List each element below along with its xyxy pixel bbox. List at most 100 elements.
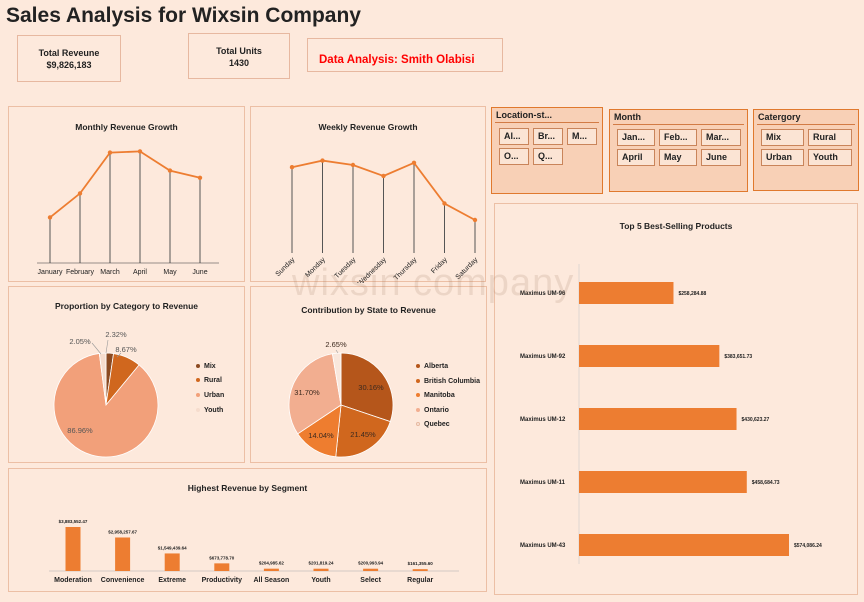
x-tick-label: June <box>192 269 207 276</box>
slicer-location-item[interactable]: Al... <box>499 128 529 145</box>
data-point <box>167 168 173 173</box>
data-label: $201,819.24 <box>308 561 334 566</box>
page-title: Sales Analysis for Wixsin Company <box>6 4 361 27</box>
bar <box>579 471 747 493</box>
slicer-category-item[interactable]: Rural <box>808 129 852 146</box>
leader-line <box>91 342 102 355</box>
x-tick-label: Moderation <box>54 577 92 584</box>
x-tick-label: Extreme <box>158 577 186 584</box>
x-tick-label: Youth <box>311 577 330 584</box>
data-label: 2.65% <box>325 340 347 349</box>
slicer-category-item[interactable]: Mix <box>761 129 804 146</box>
legend-manitoba: Manitoba <box>416 392 455 399</box>
bar <box>412 569 428 571</box>
data-label: $458,684.73 <box>752 480 780 486</box>
x-tick-label: March <box>100 269 120 276</box>
data-label: $574,086.24 <box>794 543 822 549</box>
slicer-month-title: Month <box>614 112 641 122</box>
bar <box>579 345 720 367</box>
data-point <box>137 149 143 154</box>
slicer-month-item[interactable]: Mar... <box>701 129 741 146</box>
data-point <box>411 160 417 165</box>
data-label: 31.70% <box>294 388 320 397</box>
total-units-card: Total Units 1430 <box>188 33 290 79</box>
data-label: 86.96% <box>67 426 93 435</box>
data-label: 14.04% <box>308 431 334 440</box>
bar <box>263 568 279 571</box>
total-revenue-label: Total Reveune <box>38 48 100 58</box>
bar <box>164 553 180 571</box>
data-point <box>107 150 113 155</box>
data-label: 2.32% <box>105 330 127 339</box>
y-tick-label: Maximus UM-12 <box>520 417 566 423</box>
data-point <box>442 201 447 206</box>
slicer-month-item[interactable]: Jan... <box>617 129 655 146</box>
data-label: 2.05% <box>69 337 91 346</box>
slicer-location-item[interactable]: Br... <box>533 128 563 145</box>
x-tick-label: Convenience <box>101 577 145 584</box>
state-pie-chart: 30.16% 21.45% 14.04% 31.70% 2.65% <box>288 340 394 458</box>
slicer-month-item[interactable]: May <box>659 149 697 166</box>
slicer-location-title: Location-st... <box>496 110 552 120</box>
x-tick-label: May <box>163 269 177 276</box>
data-label: $161,355.60 <box>408 561 434 566</box>
data-point <box>350 162 356 168</box>
data-label: $204,985.62 <box>259 561 285 566</box>
segment-bar-chart: $3,883,552.47 Moderation $2,958,257.67 Conv… <box>49 519 459 584</box>
x-tick-label: All Season <box>254 577 290 584</box>
bar <box>579 408 737 430</box>
bar <box>363 568 379 571</box>
leader-line <box>105 339 109 354</box>
slicer-location-item[interactable]: Q... <box>533 148 563 165</box>
data-point <box>47 215 53 220</box>
bar <box>313 568 329 571</box>
x-tick-label: February <box>66 269 95 276</box>
slicer-month-item[interactable]: Feb... <box>659 129 697 146</box>
data-point <box>197 175 203 180</box>
data-point <box>320 158 325 163</box>
total-revenue-card: Total Reveune $9,826,183 <box>17 35 121 82</box>
segment-revenue-panel: Highest Revenue by Segment $3,883,552.47… <box>8 468 487 592</box>
state-contribution-panel: Contribution by State to Revenue 30.16% 2… <box>250 286 487 463</box>
legend-urban: Urban <box>196 392 224 399</box>
slicer-category: Catergory Mix Rural Urban Youth <box>753 109 859 191</box>
y-tick-label: Maximus UM-92 <box>520 354 566 360</box>
slicer-location-item[interactable]: O... <box>499 148 529 165</box>
weekly-revenue-chart: Sunday Monday Tuesday Wednesday Thursday Frid… <box>275 158 480 283</box>
data-label: $673,778.70 <box>209 555 235 560</box>
slicer-month-item[interactable]: April <box>617 149 655 166</box>
watermark: wixsin company <box>292 262 575 304</box>
slicer-month-item[interactable]: June <box>701 149 741 166</box>
legend-alberta: Alberta <box>416 363 448 370</box>
data-point <box>289 165 295 170</box>
slicer-category-item[interactable]: Urban <box>761 149 804 166</box>
legend-ontario: Ontario <box>416 407 449 414</box>
data-label: 21.45% <box>350 430 376 439</box>
data-label: $383,651.73 <box>724 354 752 360</box>
slicer-month: Month Jan... Feb... Mar... April May Jun… <box>609 109 748 192</box>
monthly-revenue-chart: January February March April May June <box>37 149 219 276</box>
data-label: $1,549,439.64 <box>158 545 187 550</box>
x-tick-label: January <box>38 269 63 276</box>
data-label: $200,993.94 <box>358 561 384 566</box>
legend-mix: Mix <box>196 363 216 370</box>
data-label: $3,883,552.47 <box>59 519 88 524</box>
data-point <box>381 173 386 179</box>
category-pie-chart: 2.32% 8.67% 86.96% 2.05% <box>53 330 159 458</box>
bar <box>579 282 674 304</box>
legend-british-columbia: British Columbia <box>416 378 480 385</box>
category-proportion-panel: Proportion by Category to Revenue 2.32% 8… <box>8 286 245 463</box>
slicer-location: Location-st... Al... Br... M... O... Q..… <box>491 107 603 194</box>
slicer-location-item[interactable]: M... <box>567 128 597 145</box>
y-tick-label: Maximus UM-11 <box>520 480 566 486</box>
legend-quebec: Quebec <box>416 421 450 428</box>
legend-youth: Youth <box>196 407 223 414</box>
bar <box>115 537 131 571</box>
analyst-credit: Data Analysis: Smith Olabisi <box>307 38 503 72</box>
bar <box>214 563 230 571</box>
data-point <box>472 217 478 223</box>
total-revenue-value: $9,826,183 <box>46 60 92 70</box>
x-tick-label: Productivity <box>202 577 243 584</box>
slicer-category-item[interactable]: Youth <box>808 149 852 166</box>
x-tick-label: Select <box>360 577 381 584</box>
